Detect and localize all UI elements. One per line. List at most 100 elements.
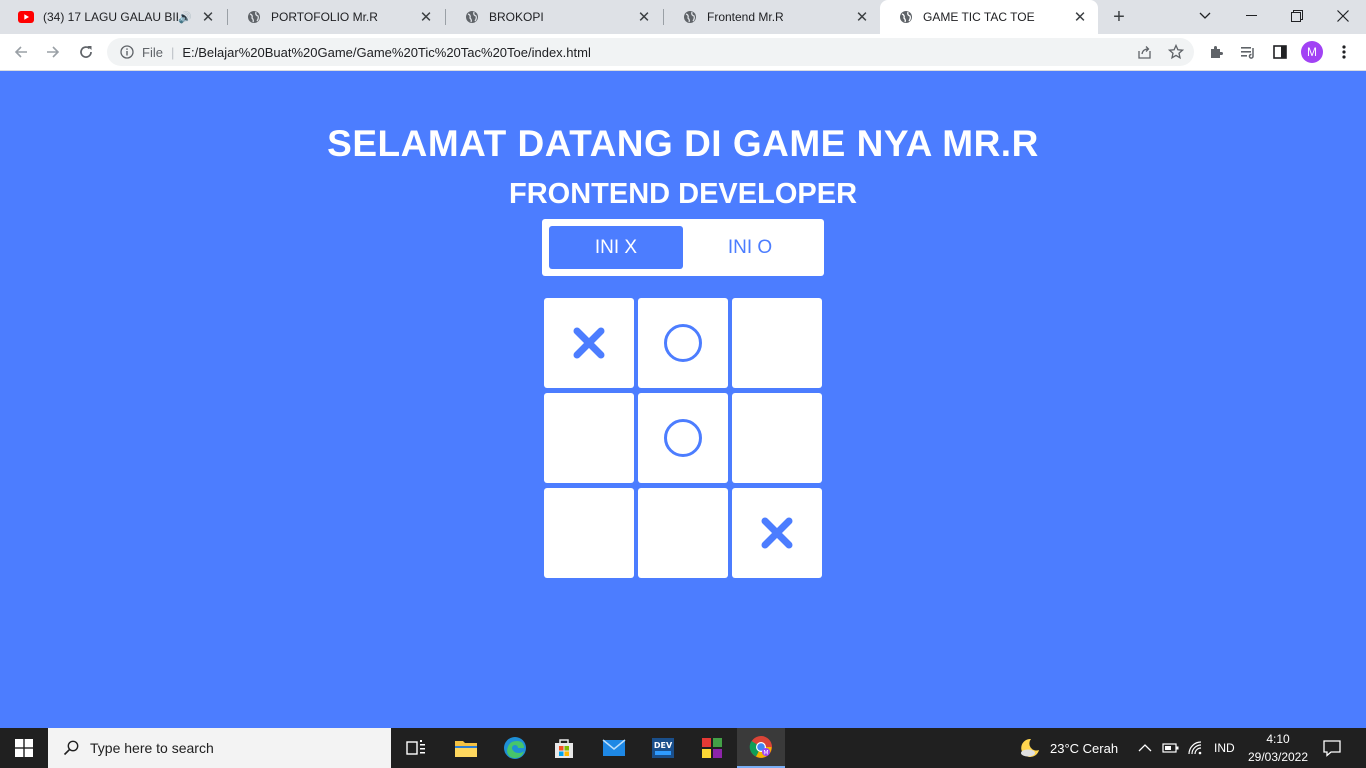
reload-icon xyxy=(80,46,92,58)
chrome-button[interactable]: M xyxy=(737,728,785,768)
close-icon xyxy=(1337,10,1349,22)
tab-title: PORTOFOLIO Mr.R xyxy=(271,10,378,24)
tab-youtube[interactable]: (34) 17 LAGU GALAU BIKIN 🔊 ✕ xyxy=(0,0,226,34)
forward-button[interactable] xyxy=(41,40,65,64)
more-vertical-icon xyxy=(1342,45,1346,59)
reload-button[interactable] xyxy=(74,40,98,64)
board-cell-7[interactable] xyxy=(544,488,634,578)
media-queue-icon xyxy=(1241,47,1254,59)
board-cell-2[interactable] xyxy=(638,298,728,388)
o-mark-icon xyxy=(664,419,702,457)
restore-button[interactable] xyxy=(1274,0,1320,32)
minimize-button[interactable] xyxy=(1228,0,1274,32)
file-explorer-button[interactable] xyxy=(442,728,490,768)
minimize-icon xyxy=(1245,15,1257,16)
search-icon xyxy=(62,739,80,757)
new-tab-button[interactable]: + xyxy=(1108,6,1130,28)
back-button[interactable] xyxy=(9,40,33,64)
network-status[interactable] xyxy=(1188,728,1204,768)
close-tab-icon[interactable]: ✕ xyxy=(1072,9,1088,26)
youtube-icon xyxy=(18,9,34,25)
side-panel-icon xyxy=(1273,45,1287,59)
svg-text:M: M xyxy=(763,750,768,757)
tab-frontend[interactable]: Frontend Mr.R ✕ xyxy=(664,0,880,34)
globe-icon xyxy=(682,9,698,25)
close-tab-icon[interactable]: ✕ xyxy=(636,9,652,26)
board-cell-9[interactable] xyxy=(732,488,822,578)
divider: | xyxy=(170,44,175,60)
url-text[interactable]: E:/Belajar%20Buat%20Game/Game%20Tic%20Ta… xyxy=(182,45,1132,60)
bookmark-star-icon[interactable] xyxy=(1164,44,1188,60)
mail-icon xyxy=(602,739,626,756)
page-subtitle: FRONTEND DEVELOPER xyxy=(508,178,858,210)
x-mark-icon xyxy=(761,517,793,549)
board-cell-4[interactable] xyxy=(544,393,634,483)
board-cell-3[interactable] xyxy=(732,298,822,388)
battery-icon xyxy=(1162,743,1179,753)
board-cell-6[interactable] xyxy=(732,393,822,483)
reading-list-button[interactable] xyxy=(1236,40,1260,64)
address-bar[interactable]: File | E:/Belajar%20Buat%20Game/Game%20T… xyxy=(107,38,1194,66)
taskbar-clock[interactable]: 4:10 29/03/2022 xyxy=(1240,730,1316,766)
board-cell-5[interactable] xyxy=(638,393,728,483)
board-cell-8[interactable] xyxy=(638,488,728,578)
share-icon[interactable] xyxy=(1132,45,1156,60)
search-placeholder: Type here to search xyxy=(90,740,214,756)
player-o-button[interactable]: INI O xyxy=(683,226,817,269)
battery-status[interactable] xyxy=(1162,728,1180,768)
office-apps-icon xyxy=(702,738,722,758)
office-app-button[interactable] xyxy=(688,728,736,768)
tab-game-tic-tac-toe[interactable]: GAME TIC TAC TOE ✕ xyxy=(880,0,1098,34)
tab-title: (34) 17 LAGU GALAU BIKIN xyxy=(43,10,178,24)
puzzle-icon xyxy=(1211,46,1223,58)
x-mark-icon xyxy=(573,327,605,359)
taskbar-search-box[interactable]: Type here to search xyxy=(48,728,391,768)
moon-weather-icon xyxy=(1021,738,1039,757)
tab-title: GAME TIC TAC TOE xyxy=(923,10,1035,24)
close-tab-icon[interactable]: ✕ xyxy=(854,9,870,26)
player-switcher: INI X INI O xyxy=(542,219,824,276)
edge-icon xyxy=(504,737,526,759)
speaker-icon[interactable]: 🔊 xyxy=(178,11,192,24)
restore-icon xyxy=(1291,10,1303,22)
weather-text: 23°C Cerah xyxy=(1050,740,1119,756)
chevron-up-icon xyxy=(1138,744,1152,752)
close-tab-icon[interactable]: ✕ xyxy=(200,9,216,26)
task-view-button[interactable] xyxy=(392,728,440,768)
player-x-button[interactable]: INI X xyxy=(549,226,683,269)
info-icon[interactable] xyxy=(119,44,135,60)
mail-button[interactable] xyxy=(590,728,638,768)
dev-home-button[interactable]: DEV xyxy=(639,728,687,768)
arrow-left-icon xyxy=(14,46,27,58)
side-panel-button[interactable] xyxy=(1268,40,1292,64)
o-mark-icon xyxy=(664,324,702,362)
windows-logo-icon xyxy=(15,739,33,757)
show-hidden-icons-button[interactable] xyxy=(1138,728,1152,768)
wifi-icon xyxy=(1188,741,1202,755)
arrow-right-icon xyxy=(47,46,60,58)
game-page: SELAMAT DATANG DI GAME NYA MR.R FRONTEND… xyxy=(0,71,1366,728)
game-board xyxy=(544,298,822,578)
clock-date: 29/03/2022 xyxy=(1247,750,1309,764)
edge-browser-button[interactable] xyxy=(491,728,539,768)
tab-brokopi[interactable]: BROKOPI ✕ xyxy=(446,0,662,34)
profile-avatar[interactable]: M xyxy=(1301,41,1323,63)
extensions-button[interactable] xyxy=(1204,40,1228,64)
tab-search-button[interactable] xyxy=(1182,0,1228,32)
notification-center-button[interactable] xyxy=(1322,728,1342,768)
board-cell-1[interactable] xyxy=(544,298,634,388)
svg-text:DEV: DEV xyxy=(654,741,673,750)
dev-icon: DEV xyxy=(652,738,674,758)
tab-portofolio[interactable]: PORTOFOLIO Mr.R ✕ xyxy=(228,0,444,34)
language-indicator[interactable]: IND xyxy=(1214,728,1235,768)
folder-icon xyxy=(455,741,477,757)
close-tab-icon[interactable]: ✕ xyxy=(418,9,434,26)
browser-toolbar: File | E:/Belajar%20Buat%20Game/Game%20T… xyxy=(0,34,1366,71)
start-button[interactable] xyxy=(0,728,48,768)
menu-button[interactable] xyxy=(1332,40,1356,64)
close-window-button[interactable] xyxy=(1320,0,1366,32)
globe-icon xyxy=(464,9,480,25)
chevron-down-icon xyxy=(1199,12,1211,19)
weather-widget[interactable]: 23°C Cerah xyxy=(1018,728,1118,768)
microsoft-store-button[interactable] xyxy=(540,728,588,768)
